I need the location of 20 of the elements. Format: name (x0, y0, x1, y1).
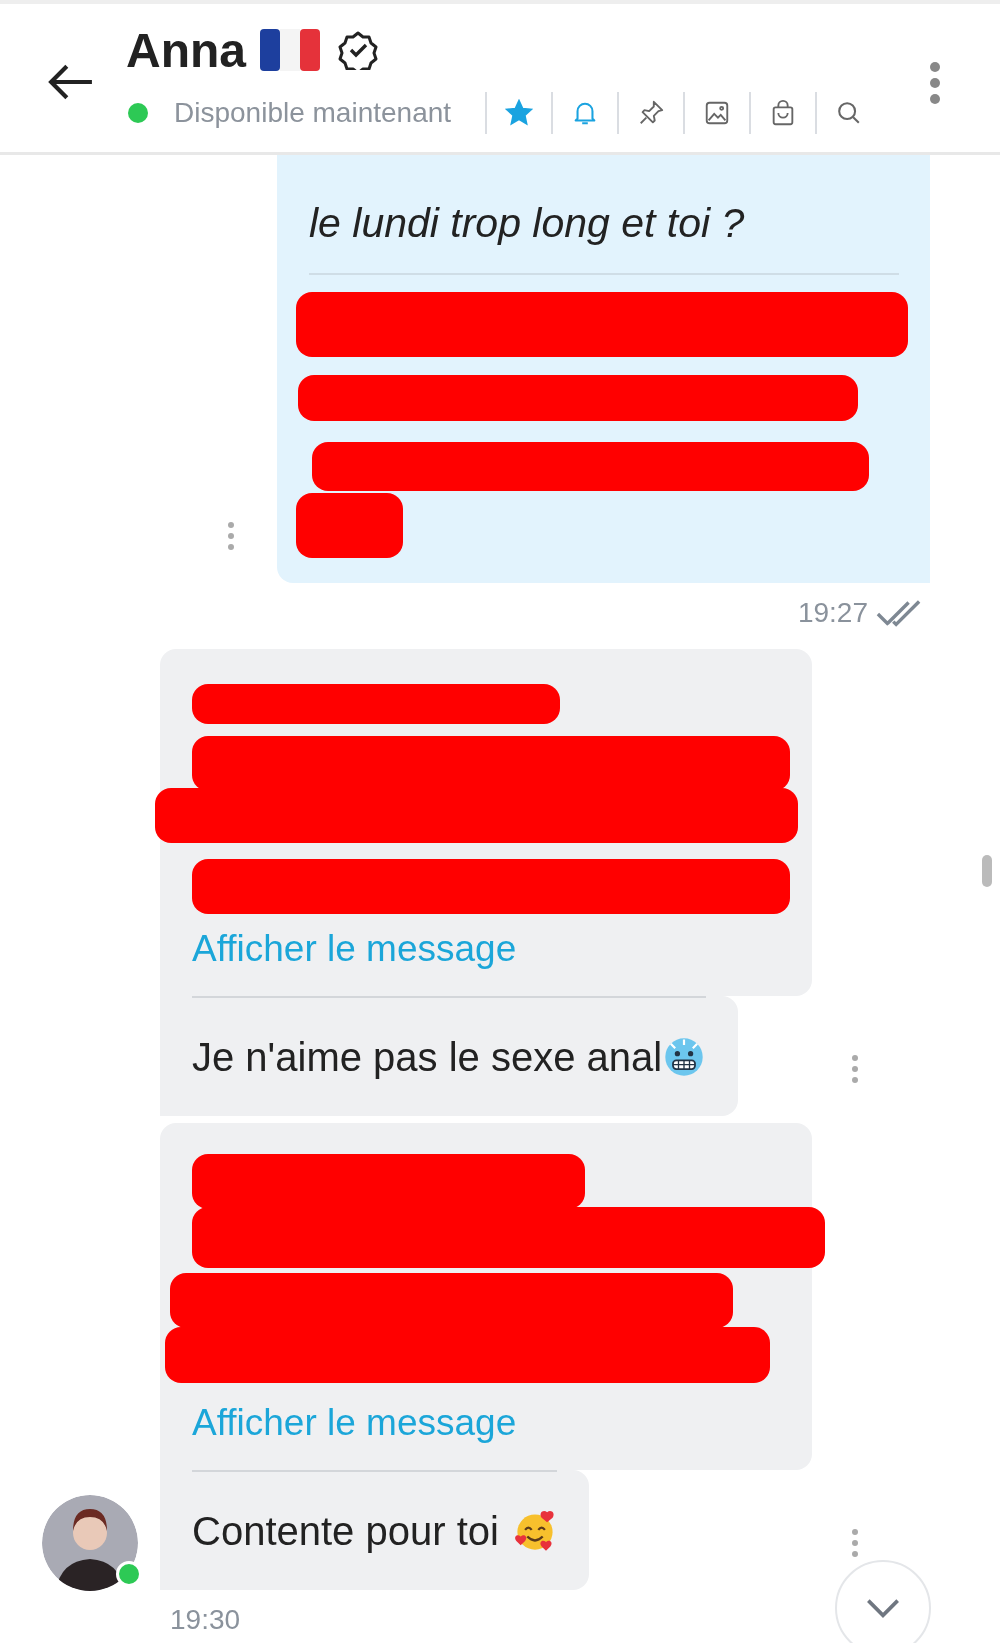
message-time: 19:30 (170, 1604, 241, 1636)
chevron-down-icon (864, 1597, 902, 1619)
pin-icon[interactable] (637, 98, 666, 127)
show-message-link[interactable]: Afficher le message (192, 1398, 517, 1448)
menu-icon[interactable] (928, 60, 942, 106)
flag-icon (260, 29, 320, 71)
message-time: 19:27 (797, 597, 868, 629)
back-arrow-icon[interactable] (48, 63, 94, 101)
contact-avatar[interactable] (42, 1495, 138, 1591)
more-options-icon[interactable] (851, 1528, 859, 1558)
availability-status: Disponible maintenant (174, 96, 452, 129)
more-options-icon[interactable] (851, 1054, 859, 1084)
show-message-link[interactable]: Afficher le message (192, 924, 517, 974)
more-options-icon[interactable] (227, 521, 235, 551)
star-icon[interactable] (505, 98, 534, 127)
message-text: Contente pour toi (192, 1508, 499, 1554)
message-text: Je n'aime pas le sexe anal (192, 1034, 663, 1080)
contact-name: Anna (126, 22, 246, 78)
scroll-indicator (982, 855, 992, 887)
message-text: le lundi trop long et toi ? (309, 199, 745, 247)
